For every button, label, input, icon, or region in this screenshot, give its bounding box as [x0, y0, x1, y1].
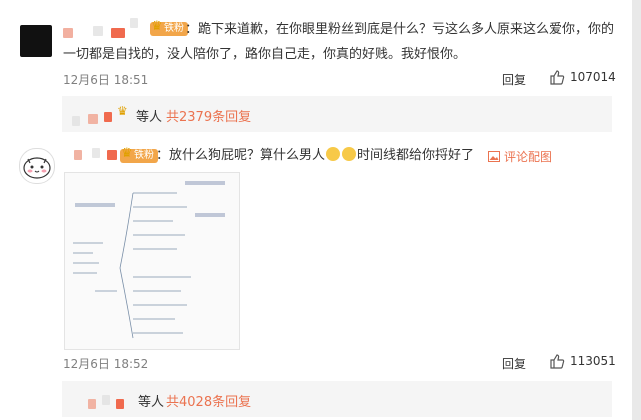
username-blurred [104, 112, 112, 122]
username-blurred [102, 395, 110, 405]
like-count: 107014 [570, 70, 616, 84]
avatar-image [23, 157, 51, 179]
avatar[interactable] [19, 148, 55, 184]
mindmap-image [73, 181, 225, 339]
username-blurred[interactable] [107, 150, 117, 160]
fan-badge: ♛ 铁粉 [150, 19, 188, 36]
replies-etc: 等人 [138, 395, 165, 410]
username-blurred[interactable] [92, 148, 100, 158]
replies-count[interactable]: 共2379条回复 [166, 106, 251, 125]
username-blurred [88, 114, 98, 124]
replies-etc: 等人 [136, 110, 163, 125]
comment-time: 12月6日 18:52 [63, 357, 149, 371]
comment-image[interactable] [64, 172, 240, 350]
username-blurred[interactable] [111, 28, 125, 38]
replies-count[interactable]: 共4028条回复 [166, 391, 251, 410]
image-icon [488, 151, 500, 162]
username-blurred [72, 116, 80, 126]
comment-text: ：跪下来道歉，在你眼里粉丝到底是什么？亏这么多人原来这么爱你，你的 [185, 22, 615, 37]
comment-time: 12月6日 18:51 [63, 73, 149, 87]
emoji-icon [326, 147, 341, 161]
like-button[interactable]: 107014 [549, 69, 616, 85]
username-blurred [116, 399, 124, 409]
comment-image-link[interactable]: 评论配图 [488, 148, 552, 165]
crown-icon: ♛ [121, 146, 133, 161]
username-blurred[interactable] [63, 28, 73, 38]
comment-text: ：放什么狗屁呢？算什么男人 时间线都给你捋好了 [156, 147, 475, 163]
replies-summary[interactable]: 等人 共4028条回复 [62, 381, 612, 417]
reply-button[interactable]: 回复 [502, 355, 526, 372]
comment-text: 一切都是自找的，没人陪你了，路你自己走，你真的好贱。我好恨你。 [63, 47, 467, 62]
thumbs-up-icon [550, 70, 565, 85]
reply-button[interactable]: 回复 [502, 71, 526, 88]
like-button[interactable]: 113051 [549, 353, 616, 369]
thumbs-up-icon [550, 354, 565, 369]
replies-summary[interactable]: ♛ 等人 共2379条回复 [62, 96, 612, 132]
like-count: 113051 [570, 354, 616, 368]
scrollbar-track[interactable] [632, 0, 641, 420]
username-blurred [88, 399, 96, 409]
avatar[interactable] [20, 25, 52, 57]
crown-icon: ♛ [117, 104, 128, 118]
username-blurred[interactable] [74, 150, 82, 160]
crown-icon: ♛ [151, 19, 163, 34]
emoji-icon [342, 147, 357, 161]
username-blurred[interactable] [93, 26, 103, 36]
username-blurred[interactable] [130, 18, 138, 28]
fan-badge: ♛ 铁粉 [120, 146, 158, 163]
